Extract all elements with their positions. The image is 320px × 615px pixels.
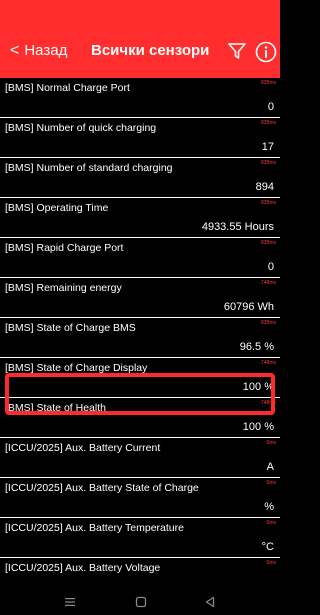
sensor-latency: 835ms xyxy=(260,120,276,126)
sensor-latency: 0ms xyxy=(266,520,276,526)
back-label: Назад xyxy=(24,42,68,59)
sensor-list[interactable]: [BMS] Normal Charge Port 835ms 0 [BMS] N… xyxy=(0,78,280,591)
back-button[interactable]: < Назад xyxy=(10,42,67,59)
sensor-latency: 0ms xyxy=(266,560,276,566)
sensor-name: [BMS] Number of quick charging xyxy=(5,122,157,134)
sensor-latency: -748ms xyxy=(259,400,276,406)
sensor-value: 894 xyxy=(255,181,274,193)
sensor-row[interactable]: [BMS] Rapid Charge Port 835ms 0 xyxy=(0,238,280,278)
sensor-value: % xyxy=(264,501,274,513)
sensor-row[interactable]: [BMS] Number of quick charging 835ms 17 xyxy=(0,118,280,158)
sensor-name: [ICCU/2025] Aux. Battery Current xyxy=(5,442,161,454)
sensor-name: [BMS] Normal Charge Port xyxy=(5,82,130,94)
sensor-latency: 835ms xyxy=(260,320,276,326)
sensor-row[interactable]: [ICCU/2025] Aux. Battery Temperature 0ms… xyxy=(0,518,280,558)
sensor-name: [BMS] State of Charge Display xyxy=(5,362,148,374)
sensor-row[interactable]: [ICCU/2025] Aux. Battery Voltage 0ms xyxy=(0,558,280,591)
chevron-left-icon: < xyxy=(10,41,20,59)
sensor-name: [ICCU/2025] Aux. Battery Voltage xyxy=(5,562,161,574)
sensor-latency: 0ms xyxy=(266,440,276,446)
sensor-latency: 835ms xyxy=(260,200,276,206)
page-title: Всички сензори xyxy=(91,42,210,59)
sensor-row[interactable]: [BMS] Operating Time 835ms 4933.55 Hours xyxy=(0,198,280,238)
sensor-value: 100 % xyxy=(242,381,274,393)
sensor-value: °C xyxy=(261,541,274,553)
sensor-row[interactable]: [BMS] State of Charge Display -748ms 100… xyxy=(0,358,280,398)
sensor-value: 96.5 % xyxy=(239,341,274,353)
system-navbar xyxy=(0,591,280,615)
info-icon[interactable] xyxy=(255,41,277,63)
sensor-value: 0 xyxy=(267,261,274,273)
sensor-latency: 0ms xyxy=(266,480,276,486)
sensor-value: 17 xyxy=(261,141,274,153)
sensor-name: [BMS] Operating Time xyxy=(5,202,109,214)
sensor-value: 100 % xyxy=(242,421,274,433)
sensor-name: [BMS] State of Charge BMS xyxy=(5,322,136,334)
sensor-name: [BMS] Remaining energy xyxy=(5,282,122,294)
sensor-name: [ICCU/2025] Aux. Battery Temperature xyxy=(5,522,184,534)
sensor-value: 4933.55 Hours xyxy=(201,221,274,233)
sensor-name: [BMS] State of Health xyxy=(5,402,106,414)
app-header: < Назад Всички сензори xyxy=(0,0,280,78)
sensor-row[interactable]: [BMS] Normal Charge Port 835ms 0 xyxy=(0,78,280,118)
sensor-row[interactable]: [BMS] Remaining energy -748ms 60796 Wh xyxy=(0,278,280,318)
back-triangle-icon[interactable] xyxy=(203,595,217,609)
sensor-row[interactable]: [BMS] State of Charge BMS 835ms 96.5 % xyxy=(0,318,280,358)
filter-icon[interactable] xyxy=(227,41,247,61)
sensor-latency: 835ms xyxy=(260,160,276,166)
sensor-row[interactable]: [ICCU/2025] Aux. Battery Current 0ms A xyxy=(0,438,280,478)
sensor-value: 0 xyxy=(267,101,274,113)
sensor-value: A xyxy=(266,461,274,473)
sensor-latency: 835ms xyxy=(260,240,276,246)
sensor-latency: 835ms xyxy=(260,80,276,86)
sensor-latency: -748ms xyxy=(259,280,276,286)
sensor-latency: -748ms xyxy=(259,360,276,366)
menu-icon[interactable] xyxy=(63,595,77,609)
sensor-row[interactable]: [BMS] State of Health -748ms 100 % xyxy=(0,398,280,438)
sensor-name: [BMS] Rapid Charge Port xyxy=(5,242,124,254)
sensor-name: [BMS] Number of standard charging xyxy=(5,162,173,174)
home-icon[interactable] xyxy=(134,595,148,609)
sensor-value: 60796 Wh xyxy=(223,301,274,313)
sensor-row[interactable]: [BMS] Number of standard charging 835ms … xyxy=(0,158,280,198)
sensor-name: [ICCU/2025] Aux. Battery State of Charge xyxy=(5,482,199,494)
sensor-row[interactable]: [ICCU/2025] Aux. Battery State of Charge… xyxy=(0,478,280,518)
